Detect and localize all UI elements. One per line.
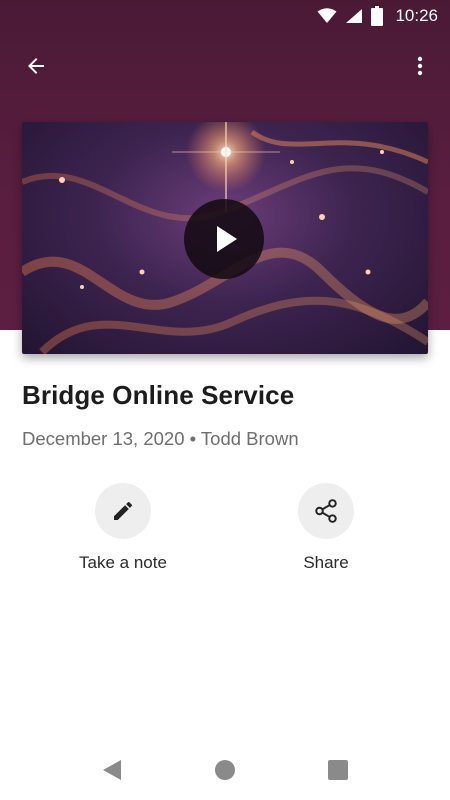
share-icon	[315, 499, 337, 523]
nav-home-button[interactable]	[205, 750, 245, 790]
share-button[interactable]: Share	[251, 483, 401, 573]
page-title: Bridge Online Service	[22, 380, 295, 410]
share-label: Share	[303, 553, 349, 572]
video-thumbnail[interactable]	[22, 122, 428, 354]
share-circle	[298, 483, 354, 539]
arrow-left-icon	[28, 58, 44, 74]
play-icon	[217, 226, 237, 252]
status-bar: 10:26	[0, 0, 450, 32]
signal-icon	[345, 8, 363, 24]
wifi-icon	[317, 8, 337, 24]
nav-back-icon	[103, 760, 121, 780]
page-subtitle: December 13, 2020 • Todd Brown	[22, 428, 299, 449]
nav-recents-button[interactable]	[318, 750, 358, 790]
app-bar	[0, 40, 450, 92]
take-note-button[interactable]: Take a note	[48, 483, 198, 573]
battery-icon	[371, 6, 384, 26]
take-note-label: Take a note	[79, 553, 167, 572]
play-button[interactable]	[184, 199, 264, 279]
take-note-circle	[95, 483, 151, 539]
status-time: 10:26	[395, 6, 438, 25]
nav-home-icon	[215, 760, 235, 780]
nav-back-button[interactable]	[92, 750, 132, 790]
back-button[interactable]	[20, 50, 52, 82]
nav-recents-icon	[328, 760, 348, 780]
more-options-button[interactable]	[404, 50, 436, 82]
system-nav-bar	[0, 740, 450, 800]
more-vert-icon	[417, 56, 423, 76]
pencil-icon	[114, 501, 133, 520]
